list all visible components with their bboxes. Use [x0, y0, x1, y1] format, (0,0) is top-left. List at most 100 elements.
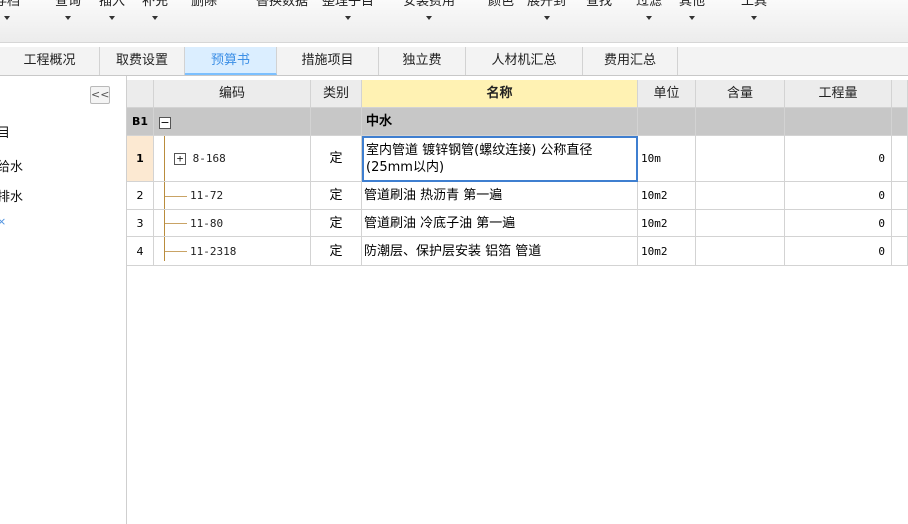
tab-fee-settings[interactable]: 取费设置 [100, 47, 185, 75]
tree-item-reclaimed-water[interactable]: × [0, 215, 6, 228]
table-row[interactable]: 3 11-80 定 管道刷油 冷底子油 第一遍 10m2 0 [127, 210, 908, 237]
tab-independent-fee[interactable]: 独立费 [379, 47, 466, 75]
tab-project-overview[interactable]: 工程概况 [0, 47, 100, 75]
dropdown-arrow-icon [65, 16, 71, 20]
content-cell[interactable] [696, 136, 785, 182]
group-code-cell: − [154, 108, 311, 136]
dropdown-arrow-icon [751, 16, 757, 20]
save-menu[interactable]: 存档 [0, 0, 20, 38]
organize-subitems-label: 整理子目 [322, 0, 375, 9]
tab-labor-material-summary[interactable]: 人材机汇总 [466, 47, 583, 75]
dropdown-arrow-icon [109, 16, 115, 20]
type-cell[interactable]: 定 [311, 237, 362, 266]
table-row[interactable]: 4 11-2318 定 防潮层、保护层安装 铝箔 管道 10m2 0 [127, 237, 908, 266]
row-number: 2 [127, 182, 154, 210]
tab-budget[interactable]: 预算书 [185, 47, 277, 75]
find-button[interactable]: 查找 [586, 0, 612, 38]
filter-menu[interactable]: 过滤 [636, 0, 662, 38]
header-unit[interactable]: 单位 [638, 80, 696, 108]
row-number: 1 [127, 136, 154, 182]
header-code[interactable]: 编码 [154, 80, 311, 108]
header-quantity[interactable]: 工程量 [785, 80, 892, 108]
quantity-cell[interactable]: 0 [785, 136, 892, 182]
insert-menu[interactable]: 插入 [99, 0, 125, 38]
extra-cell [892, 210, 908, 237]
other-menu[interactable]: 其他 [679, 0, 705, 38]
unit-cell[interactable]: 10m2 [638, 182, 696, 210]
query-menu[interactable]: 查询 [55, 0, 81, 38]
header-name[interactable]: 名称 [362, 80, 638, 108]
group-type-cell [311, 108, 362, 136]
name-line-1: 室内管道 镀锌钢管(螺纹连接) 公称直径 [366, 143, 593, 158]
type-cell[interactable]: 定 [311, 210, 362, 237]
replace-data-button[interactable]: 替换数据 [256, 0, 308, 38]
collapse-icon[interactable]: − [159, 116, 171, 129]
table-row[interactable]: 1 + 8-168 定 室内管道 镀锌钢管(螺纹连接) 公称直径 (25mm以内… [127, 136, 908, 182]
install-fee-label: 安装费用 [403, 0, 456, 9]
row-number: 3 [127, 210, 154, 237]
organize-subitems-menu[interactable]: 整理子目 [322, 0, 374, 38]
header-type[interactable]: 类别 [311, 80, 362, 108]
content-cell[interactable] [696, 210, 785, 237]
dropdown-arrow-icon [646, 16, 652, 20]
expand-to-menu[interactable]: 展开到 [527, 0, 566, 38]
type-cell[interactable]: 定 [311, 182, 362, 210]
unit-cell[interactable]: 10m [638, 136, 696, 182]
name-cell[interactable]: 防潮层、保护层安装 铝箔 管道 [362, 237, 638, 266]
group-row[interactable]: B1 − 中水 [127, 108, 908, 136]
delete-button[interactable]: 删除 [191, 0, 217, 38]
tree-item-water-supply[interactable]: 给水 [0, 156, 23, 175]
dropdown-arrow-icon [345, 16, 351, 20]
tab-fee-summary[interactable]: 费用汇总 [583, 47, 678, 75]
header-row-number [127, 80, 154, 108]
header-content[interactable]: 含量 [696, 80, 785, 108]
code-value: 8-168 [192, 152, 226, 165]
filter-label: 过滤 [636, 0, 663, 9]
code-cell[interactable]: + 8-168 [154, 136, 311, 182]
name-cell[interactable]: 管道刷油 冷底子油 第一遍 [362, 210, 638, 237]
extra-cell [892, 136, 908, 182]
tab-measures[interactable]: 措施项目 [277, 47, 379, 75]
find-label: 查找 [586, 0, 613, 9]
unit-cell[interactable]: 10m2 [638, 237, 696, 266]
group-quantity-cell [785, 108, 892, 136]
quantity-cell[interactable]: 0 [785, 237, 892, 266]
dropdown-arrow-icon [4, 16, 10, 20]
dropdown-arrow-icon [543, 16, 550, 20]
quantity-cell[interactable]: 0 [785, 182, 892, 210]
expand-icon[interactable]: + [174, 153, 186, 165]
group-unit-cell [638, 108, 696, 136]
content-cell[interactable] [696, 182, 785, 210]
quantity-cell[interactable]: 0 [785, 210, 892, 237]
table-row[interactable]: 2 11-72 定 管道刷油 热沥青 第一遍 10m2 0 [127, 182, 908, 210]
group-content-cell [696, 108, 785, 136]
tools-menu[interactable]: 工具 [741, 0, 767, 38]
expand-to-label: 展开到 [527, 0, 567, 9]
collapse-sidebar-button[interactable]: << [90, 86, 110, 104]
extra-cell [892, 237, 908, 266]
tab-bar: 工程概况 取费设置 预算书 措施项目 独立费 人材机汇总 费用汇总 [0, 47, 908, 76]
toolbar: 存档 查询 插入 补充 删除 替换数据 整理子目 安装费用 颜色 展开到 查找 … [0, 0, 908, 43]
other-label: 其他 [679, 0, 706, 9]
name-cell[interactable]: 室内管道 镀锌钢管(螺纹连接) 公称直径 (25mm以内) [362, 136, 638, 182]
row-number: 4 [127, 237, 154, 266]
tree-branch-line [165, 196, 187, 197]
supplement-menu[interactable]: 补充 [142, 0, 168, 38]
type-cell[interactable]: 定 [311, 136, 362, 182]
tools-label: 工具 [741, 0, 768, 9]
tree-item-project[interactable]: 目 [0, 122, 10, 141]
unit-cell[interactable]: 10m2 [638, 210, 696, 237]
query-label: 查询 [55, 0, 82, 9]
insert-label: 插入 [99, 0, 126, 9]
content-cell[interactable] [696, 237, 785, 266]
save-label: 存档 [0, 0, 21, 9]
color-button[interactable]: 颜色 [488, 0, 514, 38]
install-fee-menu[interactable]: 安装费用 [403, 0, 455, 38]
name-line-2: (25mm以内) [366, 160, 445, 175]
dropdown-arrow-icon [152, 16, 158, 20]
group-extra-cell [892, 108, 908, 136]
name-cell[interactable]: 管道刷油 热沥青 第一遍 [362, 182, 638, 210]
tree-item-drainage[interactable]: 排水 [0, 186, 23, 205]
tree-branch-line [165, 223, 187, 224]
group-label: B1 [127, 108, 154, 136]
